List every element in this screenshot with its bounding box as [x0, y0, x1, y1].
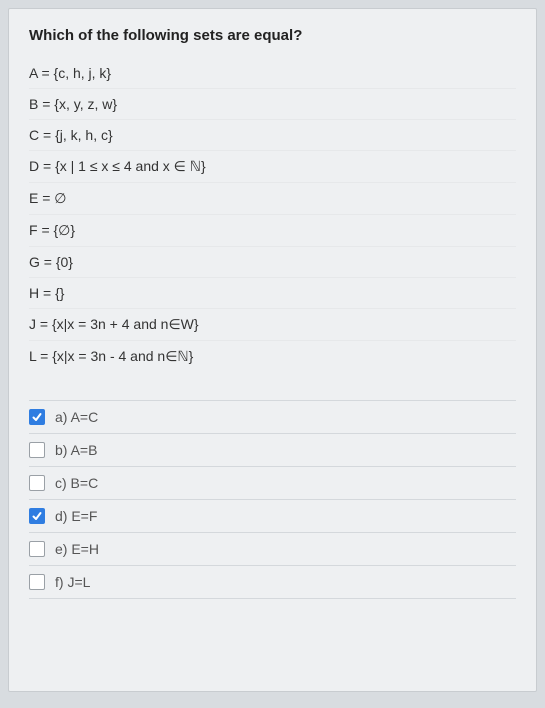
option-row-c[interactable]: c) B=C [29, 467, 516, 500]
option-label: c) B=C [55, 475, 98, 491]
checkbox-c[interactable] [29, 475, 45, 491]
spacer [29, 372, 516, 400]
set-definition: E = ∅ [29, 182, 516, 214]
check-icon [32, 412, 42, 422]
option-label: d) E=F [55, 508, 97, 524]
set-definition: A = {c, h, j, k} [29, 58, 516, 88]
checkbox-b[interactable] [29, 442, 45, 458]
check-icon [32, 511, 42, 521]
option-row-b[interactable]: b) A=B [29, 434, 516, 467]
set-definition: L = {x|x = 3n - 4 and n∈ℕ} [29, 340, 516, 372]
checkbox-f[interactable] [29, 574, 45, 590]
question-title: Which of the following sets are equal? [29, 27, 516, 44]
options-list: a) A=C b) A=B c) B=C d) E=F e) E=H f) J=L [29, 400, 516, 599]
option-row-e[interactable]: e) E=H [29, 533, 516, 566]
checkbox-d[interactable] [29, 508, 45, 524]
question-card: Which of the following sets are equal? A… [8, 8, 537, 692]
option-label: e) E=H [55, 541, 99, 557]
set-definition: D = {x | 1 ≤ x ≤ 4 and x ∈ ℕ} [29, 150, 516, 182]
checkbox-e[interactable] [29, 541, 45, 557]
option-row-f[interactable]: f) J=L [29, 566, 516, 599]
option-label: b) A=B [55, 442, 97, 458]
set-definition: G = {0} [29, 246, 516, 277]
set-definition: C = {j, k, h, c} [29, 119, 516, 150]
set-definition: F = {∅} [29, 214, 516, 246]
option-label: f) J=L [55, 574, 90, 590]
set-definition: H = {} [29, 277, 516, 308]
option-label: a) A=C [55, 409, 98, 425]
checkbox-a[interactable] [29, 409, 45, 425]
option-row-a[interactable]: a) A=C [29, 400, 516, 434]
option-row-d[interactable]: d) E=F [29, 500, 516, 533]
set-definition: J = {x|x = 3n + 4 and n∈W} [29, 308, 516, 340]
set-definition: B = {x, y, z, w} [29, 88, 516, 119]
